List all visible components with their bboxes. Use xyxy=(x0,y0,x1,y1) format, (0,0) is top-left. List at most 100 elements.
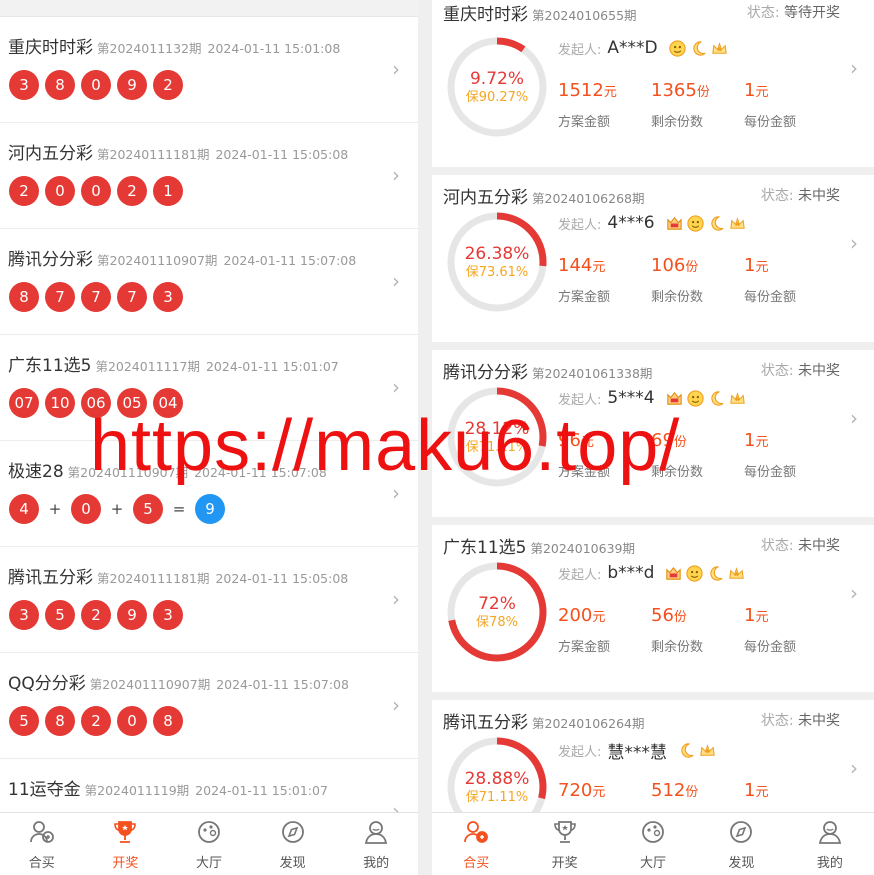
lottery-name: 河内五分彩 xyxy=(443,188,528,208)
tab-group-buy[interactable]: 合买 xyxy=(432,813,520,875)
number-ball: 0 xyxy=(71,494,101,524)
starter-name: 4***6 xyxy=(607,213,655,233)
lottery-name: 腾讯五分彩 xyxy=(8,568,93,588)
remaining-value: 512 xyxy=(651,780,686,801)
draw-time: 2024-01-11 15:07:08 xyxy=(216,677,349,692)
progress-percent: 72% xyxy=(478,593,516,614)
emoji-icon xyxy=(685,564,704,583)
status-value: 等待开奖 xyxy=(784,5,840,21)
tab-game-hall[interactable]: 大厅 xyxy=(167,813,251,875)
issue-number: 第2024011119期 xyxy=(84,783,190,798)
per-share-value: 1 xyxy=(744,430,756,451)
plan-starter: 发起人: b***d xyxy=(558,563,748,583)
plan-stats: 200元 方案金额 56份 剩余份数 1元 每份金额 xyxy=(558,605,837,655)
stat-remaining: 56份 剩余份数 xyxy=(651,605,744,655)
tab-label: 发现 xyxy=(728,855,755,871)
emoji-icon xyxy=(686,214,705,233)
progress-ring-label: 26.38% 保73.61% xyxy=(446,211,548,313)
profile-icon xyxy=(362,818,390,850)
lottery-name: 11运夺金 xyxy=(8,780,81,800)
unit-share: 份 xyxy=(673,610,687,625)
winning-numbers: 35293 xyxy=(9,600,183,630)
group-buy-plan-card[interactable]: 重庆时时彩 第2024010655期 状态: 等待开奖 9.72% 保90.27%… xyxy=(432,0,874,175)
stat-per-share: 1元 每份金额 xyxy=(744,430,837,480)
draw-result-row[interactable]: 河内五分彩 第20240111181期 2024-01-11 15:05:08 20… xyxy=(0,123,418,229)
draw-result-row[interactable]: 腾讯分分彩 第202401110907期 2024-01-11 15:07:08 8… xyxy=(0,229,418,335)
number-ball: 0 xyxy=(117,706,147,736)
amount-value: 144 xyxy=(558,255,593,276)
unit-yuan: 元 xyxy=(755,435,769,450)
emoji-icon xyxy=(668,39,687,58)
tab-profile[interactable]: 我的 xyxy=(334,813,418,875)
plan-header: 广东11选5 第2024010639期 xyxy=(443,533,635,558)
tab-game-hall[interactable]: 大厅 xyxy=(609,813,697,875)
unit-yuan: 元 xyxy=(755,85,769,100)
group-buy-plan-card[interactable]: 广东11选5 第2024010639期 状态: 未中奖 72% 保78% 发起人:… xyxy=(432,525,874,700)
draw-result-row[interactable]: QQ分分彩 第202401110907期 2024-01-11 15:07:08 5… xyxy=(0,653,418,759)
chevron-right-icon: › xyxy=(392,163,400,187)
tab-profile[interactable]: 我的 xyxy=(786,813,874,875)
status-value: 未中奖 xyxy=(798,538,840,554)
status-label: 状态: xyxy=(760,538,794,554)
number-ball: 0 xyxy=(81,176,111,206)
crown-star-icon xyxy=(698,741,717,760)
guarantee-percent: 保71.11% xyxy=(465,789,529,805)
number-ball: 7 xyxy=(81,282,111,312)
overlay-url-text: https://maku6.top/ xyxy=(90,406,681,486)
number-ball: 3 xyxy=(153,600,183,630)
winning-numbers: 4 + 0 + 5 = 9 xyxy=(9,494,225,524)
progress-ring-label: 9.72% 保90.27% xyxy=(446,36,548,138)
tab-trophy[interactable]: 开奖 xyxy=(84,813,168,875)
tab-trophy[interactable]: 开奖 xyxy=(520,813,608,875)
lottery-name: 腾讯分分彩 xyxy=(8,250,93,270)
unit-yuan: 元 xyxy=(755,785,769,800)
number-ball: 3 xyxy=(153,282,183,312)
unit-yuan: 元 xyxy=(755,260,769,275)
tab-compass[interactable]: 发现 xyxy=(697,813,785,875)
progress-ring-label: 72% 保78% xyxy=(446,561,548,663)
issue-number: 第2024010639期 xyxy=(530,541,635,556)
winning-numbers: 58208 xyxy=(9,706,183,736)
plan-starter: 发起人: A***D xyxy=(558,38,731,58)
draw-time: 2024-01-11 15:01:08 xyxy=(207,41,341,56)
stat-amount: 144元 方案金额 xyxy=(558,255,651,305)
per-share-label: 每份金额 xyxy=(744,115,797,130)
compass-icon xyxy=(279,818,307,850)
tab-group-buy[interactable]: 合买 xyxy=(0,813,84,875)
number-ball: 7 xyxy=(45,282,75,312)
draw-time: 2024-01-11 15:05:08 xyxy=(215,571,349,586)
draw-result-row[interactable]: 腾讯五分彩 第20240111181期 2024-01-11 15:05:08 35… xyxy=(0,547,418,653)
lottery-name: 广东11选5 xyxy=(8,356,92,376)
remaining-value: 56 xyxy=(651,605,674,626)
guarantee-percent: 保78% xyxy=(476,614,518,630)
chevron-right-icon: › xyxy=(392,375,400,399)
issue-number: 第2024011117期 xyxy=(95,359,200,374)
tab-label: 合买 xyxy=(463,855,490,871)
status-label: 状态: xyxy=(760,363,794,379)
amount-value: 720 xyxy=(558,780,593,801)
lottery-name: 河内五分彩 xyxy=(8,144,93,164)
group-buy-plan-card[interactable]: 河内五分彩 第20240106268期 状态: 未中奖 26.38% 保73.61… xyxy=(432,175,874,350)
draw-result-header: 腾讯分分彩 第202401110907期 2024-01-11 15:07:08 xyxy=(8,245,356,270)
vip-icon xyxy=(665,214,684,233)
unit-share: 份 xyxy=(685,260,699,275)
per-share-label: 每份金额 xyxy=(744,465,797,480)
issue-number: 第20240106264期 xyxy=(532,716,645,731)
status-value: 未中奖 xyxy=(798,713,840,729)
group-buy-icon xyxy=(28,818,56,850)
issue-number: 第20240106268期 xyxy=(532,191,645,206)
moon-icon xyxy=(707,214,726,233)
tab-compass[interactable]: 发现 xyxy=(251,813,335,875)
number-ball: 7 xyxy=(117,282,147,312)
number-ball: 8 xyxy=(45,70,75,100)
draw-result-header: 11运夺金 第2024011119期 2024-01-11 15:01:07 xyxy=(8,775,328,800)
stat-amount: 200元 方案金额 xyxy=(558,605,651,655)
chevron-right-icon: › xyxy=(850,581,858,605)
tab-label: 我的 xyxy=(816,855,843,871)
unit-share: 份 xyxy=(685,785,699,800)
number-ball: 07 xyxy=(9,388,39,418)
tab-label: 开奖 xyxy=(112,855,139,871)
draw-result-row[interactable]: 重庆时时彩 第2024011132期 2024-01-11 15:01:08 380… xyxy=(0,17,418,123)
per-share-label: 每份金额 xyxy=(744,640,797,655)
progress-percent: 9.72% xyxy=(469,68,524,89)
